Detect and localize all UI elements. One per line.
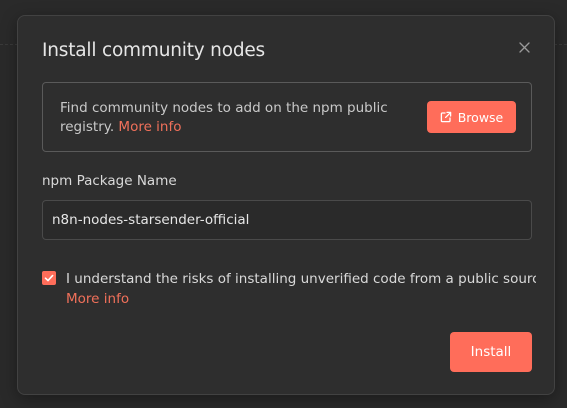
risk-consent-label: I understand the risks of installing unv… (66, 271, 536, 287)
info-callout: Find community nodes to add on the npm p… (42, 82, 532, 152)
browse-label: Browse (457, 109, 504, 125)
dialog-title: Install community nodes (42, 40, 265, 61)
install-button[interactable]: Install (450, 332, 532, 372)
risk-consent-checkbox[interactable] (42, 271, 56, 285)
consent-more-info-link[interactable]: More info (66, 289, 129, 310)
close-icon (518, 41, 530, 53)
package-name-label: npm Package Name (42, 173, 177, 189)
package-name-input[interactable] (42, 200, 532, 240)
install-community-nodes-dialog: Install community nodes Find community n… (17, 15, 555, 395)
info-text: Find community nodes to add on the npm p… (60, 99, 390, 137)
info-more-info-link[interactable]: More info (118, 119, 181, 135)
info-description: Find community nodes to add on the npm p… (60, 100, 388, 135)
close-button[interactable] (515, 38, 533, 56)
external-link-icon (440, 111, 451, 123)
checkmark-icon (44, 274, 54, 282)
browse-button[interactable]: Browse (427, 101, 516, 133)
